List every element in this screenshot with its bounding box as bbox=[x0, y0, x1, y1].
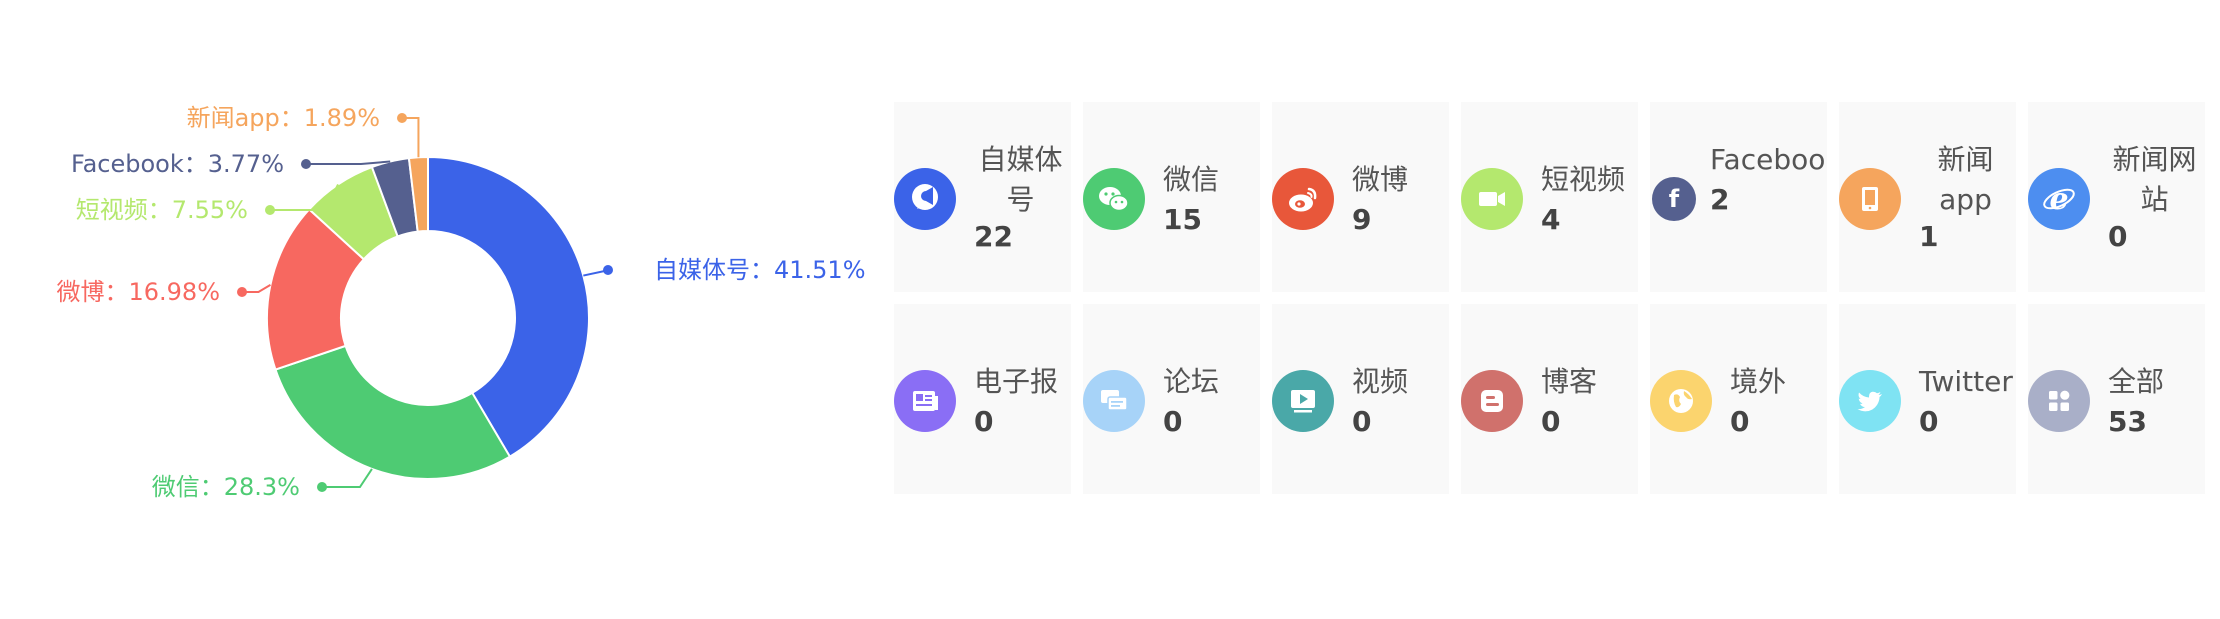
card-count: 0 bbox=[974, 405, 994, 438]
twitter-icon bbox=[1839, 370, 1901, 432]
card-twitter[interactable]: Twitter 0 bbox=[1839, 304, 2016, 494]
card-forum[interactable]: 论坛 0 bbox=[1083, 304, 1260, 494]
label-leader-dot bbox=[301, 159, 311, 169]
card-self-media[interactable]: 自媒体 号 22 bbox=[894, 102, 1071, 292]
card-news-site[interactable]: e 新闻网 站 0 bbox=[2028, 102, 2205, 292]
blog-icon bbox=[1461, 370, 1523, 432]
slice-label: 短视频：7.55% bbox=[76, 196, 248, 224]
card-count: 9 bbox=[1352, 203, 1372, 236]
card-name: 博客 bbox=[1541, 365, 1598, 398]
megaphone-icon bbox=[894, 168, 956, 230]
card-overseas[interactable]: 境外 0 bbox=[1650, 304, 1827, 494]
video-camera-icon bbox=[1461, 168, 1523, 230]
label-leader-line bbox=[306, 160, 391, 165]
card-count: 22 bbox=[974, 220, 1013, 253]
card-blog[interactable]: 博客 0 bbox=[1461, 304, 1638, 494]
card-count: 0 bbox=[1541, 405, 1561, 438]
card-all[interactable]: 全部 53 bbox=[2028, 304, 2205, 494]
card-facebook[interactable]: f Facebook 2 bbox=[1650, 102, 1827, 292]
card-name-line2: 站 bbox=[2140, 183, 2169, 216]
card-count: 0 bbox=[2108, 220, 2128, 253]
card-count: 15 bbox=[1163, 203, 1202, 236]
card-name: 微信 bbox=[1163, 163, 1220, 196]
slice-label: 微信：28.3% bbox=[152, 473, 300, 501]
source-cards-grid: 自媒体 号 22 微信 15 微博 9 短视频 4 f Faceboo 2 新闻… bbox=[894, 102, 2205, 494]
card-count: 0 bbox=[1919, 405, 1939, 438]
card-count: 53 bbox=[2108, 405, 2147, 438]
card-count: 0 bbox=[1163, 405, 1183, 438]
card-name: 论坛 bbox=[1163, 365, 1220, 398]
label-leader-dot bbox=[603, 265, 613, 275]
slice-label: 微博：16.98% bbox=[56, 278, 220, 306]
donut-slice[interactable] bbox=[274, 344, 512, 480]
slice-label: Facebook：3.77% bbox=[71, 150, 284, 178]
facebook-icon: f bbox=[1652, 177, 1696, 221]
svg-text:e: e bbox=[2049, 182, 2068, 217]
card-name: 视频 bbox=[1352, 365, 1409, 398]
card-news-app[interactable]: 新闻 app 1 bbox=[1839, 102, 2016, 292]
label-leader-line bbox=[322, 468, 373, 488]
newspaper-icon bbox=[894, 370, 956, 432]
label-leader-dot bbox=[265, 205, 275, 215]
globe-icon bbox=[1650, 370, 1712, 432]
card-name-line2: 号 bbox=[1006, 183, 1035, 216]
play-screen-icon bbox=[1272, 370, 1334, 432]
card-video[interactable]: 视频 0 bbox=[1272, 304, 1449, 494]
card-name: 新闻网 bbox=[2112, 143, 2197, 176]
card-name-line2: app bbox=[1939, 183, 1992, 216]
card-name: 境外 bbox=[1730, 365, 1787, 398]
weibo-icon bbox=[1272, 168, 1334, 230]
card-count: 2 bbox=[1710, 183, 1730, 216]
slice-label: 新闻app：1.89% bbox=[187, 104, 380, 132]
card-count: 0 bbox=[1352, 405, 1372, 438]
source-distribution-chart: 自媒体号：41.51% 微信：28.3% 微博：16.98% 短视频：7.55% Fac… bbox=[0, 0, 880, 619]
donut-chart: 自媒体号：41.51% 微信：28.3% 微博：16.98% 短视频：7.55% Fac… bbox=[56, 104, 866, 501]
card-name: Facebook bbox=[1710, 143, 1827, 176]
card-weibo[interactable]: 微博 9 bbox=[1272, 102, 1449, 292]
card-name: Twitter bbox=[1919, 365, 2013, 398]
card-name: 电子报 bbox=[974, 365, 1059, 398]
card-e-newspaper[interactable]: 电子报 0 bbox=[894, 304, 1071, 494]
card-name: 全部 bbox=[2108, 365, 2165, 398]
card-count: 0 bbox=[1730, 405, 1750, 438]
forum-chat-icon bbox=[1083, 370, 1145, 432]
label-leader-dot bbox=[237, 287, 247, 297]
label-leader-dot bbox=[397, 113, 407, 123]
card-short-video[interactable]: 短视频 4 bbox=[1461, 102, 1638, 292]
card-name: 短视频 bbox=[1541, 163, 1626, 196]
card-name: 微博 bbox=[1352, 163, 1409, 196]
card-name: 新闻 bbox=[1937, 143, 1994, 176]
label-leader-line bbox=[402, 117, 420, 158]
slice-label: 自媒体号：41.51% bbox=[654, 256, 866, 284]
card-wechat[interactable]: 微信 15 bbox=[1083, 102, 1260, 292]
card-name: 自媒体 bbox=[978, 143, 1063, 176]
card-count: 4 bbox=[1541, 203, 1561, 236]
label-leader-dot bbox=[317, 482, 327, 492]
apps-grid-icon bbox=[2028, 370, 2090, 432]
wechat-icon bbox=[1083, 168, 1145, 230]
internet-explorer-icon: e bbox=[2028, 168, 2090, 230]
card-count: 1 bbox=[1919, 220, 1939, 253]
mobile-phone-icon bbox=[1839, 168, 1901, 230]
